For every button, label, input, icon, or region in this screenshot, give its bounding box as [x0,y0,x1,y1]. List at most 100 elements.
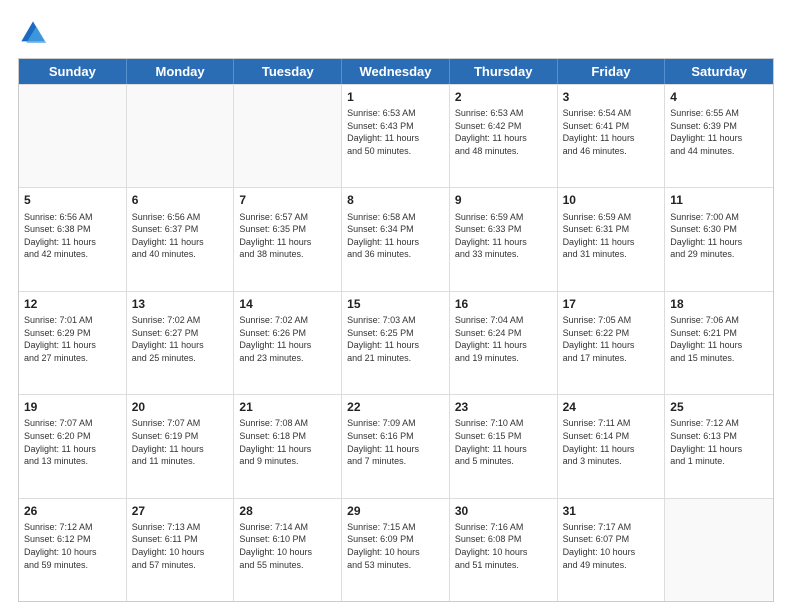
cell-info: Sunrise: 7:02 AM Sunset: 6:26 PM Dayligh… [239,314,336,364]
calendar-header-row: SundayMondayTuesdayWednesdayThursdayFrid… [19,59,773,84]
calendar-cell: 4Sunrise: 6:55 AM Sunset: 6:39 PM Daylig… [665,85,773,187]
day-number: 7 [239,192,336,208]
calendar-cell: 14 Sunrise: 7:02 AM Sunset: 6:26 PM Dayli… [234,292,342,394]
calendar-body: 1Sunrise: 6:53 AM Sunset: 6:43 PM Daylig… [19,84,773,601]
cell-info: Sunrise: 7:16 AM Sunset: 6:08 PM Dayligh… [455,521,552,571]
calendar-cell [665,499,773,601]
day-number: 26 [24,503,121,519]
day-number: 6 [132,192,229,208]
day-number: 15 [347,296,444,312]
calendar-header-cell: Monday [127,59,235,84]
cell-info: Sunrise: 7:05 AM Sunset: 6:22 PM Dayligh… [563,314,660,364]
day-number: 5 [24,192,121,208]
calendar-week-row: 12Sunrise: 7:01 AM Sunset: 6:29 PM Dayli… [19,291,773,394]
cell-info: Sunrise: 6:53 AM Sunset: 6:42 PM Dayligh… [455,107,552,157]
cell-info: Sunrise: 7:13 AM Sunset: 6:11 PM Dayligh… [132,521,229,571]
calendar-cell: 10 Sunrise: 6:59 AM Sunset: 6:31 PM Dayli… [558,188,666,290]
day-number: 27 [132,503,229,519]
cell-info: Sunrise: 7:00 AM Sunset: 6:30 PM Dayligh… [670,211,768,261]
day-number: 3 [563,89,660,105]
cell-info: Sunrise: 6:56 AM Sunset: 6:37 PM Dayligh… [132,211,229,261]
calendar-cell: 22 Sunrise: 7:09 AM Sunset: 6:16 PM Dayli… [342,395,450,497]
calendar-cell: 24 Sunrise: 7:11 AM Sunset: 6:14 PM Dayli… [558,395,666,497]
calendar-cell: 3 Sunrise: 6:54 AM Sunset: 6:41 PM Daylig… [558,85,666,187]
day-number: 29 [347,503,444,519]
cell-info: Sunrise: 7:08 AM Sunset: 6:18 PM Dayligh… [239,417,336,467]
calendar-cell: 29 Sunrise: 7:15 AM Sunset: 6:09 PM Dayli… [342,499,450,601]
header [18,18,774,48]
day-number: 28 [239,503,336,519]
day-number: 21 [239,399,336,415]
calendar-cell: 5 Sunrise: 6:56 AM Sunset: 6:38 PM Daylig… [19,188,127,290]
calendar-header-cell: Tuesday [234,59,342,84]
cell-info: Sunrise: 7:17 AM Sunset: 6:07 PM Dayligh… [563,521,660,571]
cell-info: Sunrise: 6:59 AM Sunset: 6:33 PM Dayligh… [455,211,552,261]
page: SundayMondayTuesdayWednesdayThursdayFrid… [0,0,792,612]
calendar-cell: 18Sunrise: 7:06 AM Sunset: 6:21 PM Dayli… [665,292,773,394]
cell-info: Sunrise: 7:03 AM Sunset: 6:25 PM Dayligh… [347,314,444,364]
calendar-cell [234,85,342,187]
cell-info: Sunrise: 6:58 AM Sunset: 6:34 PM Dayligh… [347,211,444,261]
day-number: 25 [670,399,768,415]
calendar-cell: 20Sunrise: 7:07 AM Sunset: 6:19 PM Dayli… [127,395,235,497]
calendar-cell: 28 Sunrise: 7:14 AM Sunset: 6:10 PM Dayli… [234,499,342,601]
cell-info: Sunrise: 7:09 AM Sunset: 6:16 PM Dayligh… [347,417,444,467]
day-number: 18 [670,296,768,312]
cell-info: Sunrise: 6:53 AM Sunset: 6:43 PM Dayligh… [347,107,444,157]
day-number: 20 [132,399,229,415]
calendar-week-row: 19 Sunrise: 7:07 AM Sunset: 6:20 PM Dayli… [19,394,773,497]
calendar-header-cell: Sunday [19,59,127,84]
day-number: 14 [239,296,336,312]
cell-info: Sunrise: 7:15 AM Sunset: 6:09 PM Dayligh… [347,521,444,571]
calendar-cell [19,85,127,187]
calendar-header-cell: Friday [558,59,666,84]
calendar-cell: 12Sunrise: 7:01 AM Sunset: 6:29 PM Dayli… [19,292,127,394]
cell-info: Sunrise: 7:14 AM Sunset: 6:10 PM Dayligh… [239,521,336,571]
calendar-cell: 30 Sunrise: 7:16 AM Sunset: 6:08 PM Dayli… [450,499,558,601]
calendar: SundayMondayTuesdayWednesdayThursdayFrid… [18,58,774,602]
day-number: 17 [563,296,660,312]
calendar-header-cell: Thursday [450,59,558,84]
calendar-week-row: 26 Sunrise: 7:12 AM Sunset: 6:12 PM Dayli… [19,498,773,601]
cell-info: Sunrise: 7:07 AM Sunset: 6:20 PM Dayligh… [24,417,121,467]
cell-info: Sunrise: 7:12 AM Sunset: 6:12 PM Dayligh… [24,521,121,571]
cell-info: Sunrise: 7:10 AM Sunset: 6:15 PM Dayligh… [455,417,552,467]
calendar-cell: 17 Sunrise: 7:05 AM Sunset: 6:22 PM Dayli… [558,292,666,394]
calendar-header-cell: Saturday [665,59,773,84]
calendar-cell: 23 Sunrise: 7:10 AM Sunset: 6:15 PM Dayli… [450,395,558,497]
calendar-week-row: 5 Sunrise: 6:56 AM Sunset: 6:38 PM Daylig… [19,187,773,290]
day-number: 19 [24,399,121,415]
calendar-cell: 11 Sunrise: 7:00 AM Sunset: 6:30 PM Dayli… [665,188,773,290]
day-number: 10 [563,192,660,208]
calendar-cell: 1Sunrise: 6:53 AM Sunset: 6:43 PM Daylig… [342,85,450,187]
day-number: 30 [455,503,552,519]
calendar-cell: 2 Sunrise: 6:53 AM Sunset: 6:42 PM Daylig… [450,85,558,187]
calendar-header-cell: Wednesday [342,59,450,84]
day-number: 16 [455,296,552,312]
logo [18,18,52,48]
calendar-cell: 16 Sunrise: 7:04 AM Sunset: 6:24 PM Dayli… [450,292,558,394]
calendar-cell [127,85,235,187]
cell-info: Sunrise: 6:56 AM Sunset: 6:38 PM Dayligh… [24,211,121,261]
day-number: 24 [563,399,660,415]
day-number: 9 [455,192,552,208]
calendar-week-row: 1Sunrise: 6:53 AM Sunset: 6:43 PM Daylig… [19,84,773,187]
calendar-cell: 7Sunrise: 6:57 AM Sunset: 6:35 PM Daylig… [234,188,342,290]
cell-info: Sunrise: 6:59 AM Sunset: 6:31 PM Dayligh… [563,211,660,261]
day-number: 11 [670,192,768,208]
cell-info: Sunrise: 7:04 AM Sunset: 6:24 PM Dayligh… [455,314,552,364]
logo-icon [18,18,48,48]
calendar-cell: 6 Sunrise: 6:56 AM Sunset: 6:37 PM Daylig… [127,188,235,290]
cell-info: Sunrise: 7:12 AM Sunset: 6:13 PM Dayligh… [670,417,768,467]
day-number: 2 [455,89,552,105]
calendar-cell: 26 Sunrise: 7:12 AM Sunset: 6:12 PM Dayli… [19,499,127,601]
calendar-cell: 8Sunrise: 6:58 AM Sunset: 6:34 PM Daylig… [342,188,450,290]
cell-info: Sunrise: 6:55 AM Sunset: 6:39 PM Dayligh… [670,107,768,157]
calendar-cell: 19 Sunrise: 7:07 AM Sunset: 6:20 PM Dayli… [19,395,127,497]
day-number: 13 [132,296,229,312]
cell-info: Sunrise: 7:11 AM Sunset: 6:14 PM Dayligh… [563,417,660,467]
day-number: 22 [347,399,444,415]
calendar-cell: 21 Sunrise: 7:08 AM Sunset: 6:18 PM Dayli… [234,395,342,497]
day-number: 23 [455,399,552,415]
cell-info: Sunrise: 6:54 AM Sunset: 6:41 PM Dayligh… [563,107,660,157]
